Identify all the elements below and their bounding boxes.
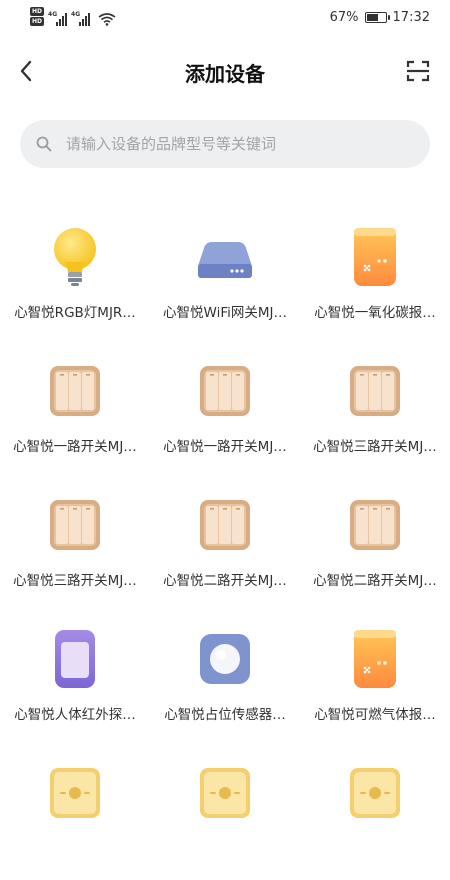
search-input[interactable] (64, 134, 398, 154)
wall-switch-icon (340, 356, 410, 426)
status-bar: HD HD 4G 4G 67% 17:32 (0, 0, 450, 38)
search-box[interactable] (20, 120, 430, 168)
hd-indicator: HD HD (30, 7, 45, 26)
device-name: 心智悦一氧化碳报… (314, 305, 436, 321)
co-alarm-icon (340, 222, 410, 292)
scan-button[interactable] (404, 57, 432, 85)
device-item[interactable]: 心智悦二路开关MJ… (150, 478, 300, 612)
hd-1-icon: HD (30, 7, 45, 16)
wall-switch-icon (190, 356, 260, 426)
device-name: 心智悦三路开关MJ… (313, 439, 437, 455)
clock: 17:32 (392, 10, 430, 25)
device-item[interactable]: 心智悦人体红外探… (0, 612, 150, 746)
device-name: 心智悦二路开关MJ… (163, 573, 287, 589)
header: 添加设备 (0, 46, 450, 96)
network-type-2: 4G (71, 11, 81, 18)
device-item[interactable]: 心智悦三路开关MJ… (0, 478, 150, 612)
wifi-icon (98, 13, 116, 26)
wall-switch-icon (40, 356, 110, 426)
device-item[interactable]: 心智悦可燃气体报… (300, 612, 450, 746)
device-name: 心智悦一路开关MJ… (13, 439, 137, 455)
device-name: 心智悦占位传感器… (164, 707, 286, 723)
device-name: 心智悦一路开关MJ… (163, 439, 287, 455)
gateway-icon (190, 222, 260, 292)
device-item[interactable]: 心智悦一路开关MJ… (150, 344, 300, 478)
device-item[interactable]: 心智悦占位传感器… (150, 612, 300, 746)
occupancy-sensor-icon (190, 624, 260, 694)
battery-icon (364, 12, 390, 23)
device-name: 心智悦WiFi网关MJ… (163, 305, 287, 321)
gas-alarm-icon (340, 624, 410, 694)
socket-icon (190, 758, 260, 828)
socket-icon (40, 758, 110, 828)
cell-signal-2-icon: 4G (71, 11, 91, 26)
network-type-1: 4G (48, 11, 58, 18)
device-item[interactable]: 心智悦一路开关MJ… (0, 344, 150, 478)
device-name: 心智悦可燃气体报… (314, 707, 436, 723)
cell-signal-1-icon: 4G (48, 11, 68, 26)
battery-level-fill (366, 14, 378, 21)
hd-2-icon: HD (30, 17, 45, 26)
device-item[interactable]: 心智悦RGB灯MJR… (0, 210, 150, 344)
motion-sensor-icon (40, 624, 110, 694)
device-item[interactable] (300, 746, 450, 880)
bulb-icon (40, 222, 110, 292)
status-left: HD HD 4G 4G (30, 7, 116, 26)
scan-icon (406, 60, 430, 82)
device-item[interactable]: 心智悦一氧化碳报… (300, 210, 450, 344)
device-name: 心智悦RGB灯MJR… (14, 305, 136, 321)
device-name: 心智悦二路开关MJ… (313, 573, 437, 589)
wall-switch-icon (190, 490, 260, 560)
search-icon (36, 136, 52, 152)
socket-icon (340, 758, 410, 828)
device-name: 心智悦人体红外探… (14, 707, 136, 723)
wall-switch-icon (340, 490, 410, 560)
device-item[interactable] (0, 746, 150, 880)
device-item[interactable]: 心智悦三路开关MJ… (300, 344, 450, 478)
device-grid: 心智悦RGB灯MJR… 心智悦WiFi网关MJ… 心智悦一氧化碳报… 心智悦一路… (0, 210, 450, 880)
device-name: 心智悦三路开关MJ… (13, 573, 137, 589)
device-item[interactable] (150, 746, 300, 880)
battery-percent: 67% (329, 10, 359, 25)
device-item[interactable]: 心智悦WiFi网关MJ… (150, 210, 300, 344)
status-right: 67% 17:32 (330, 10, 430, 25)
page-title: 添加设备 (185, 62, 265, 86)
device-item[interactable]: 心智悦二路开关MJ… (300, 478, 450, 612)
wall-switch-icon (40, 490, 110, 560)
